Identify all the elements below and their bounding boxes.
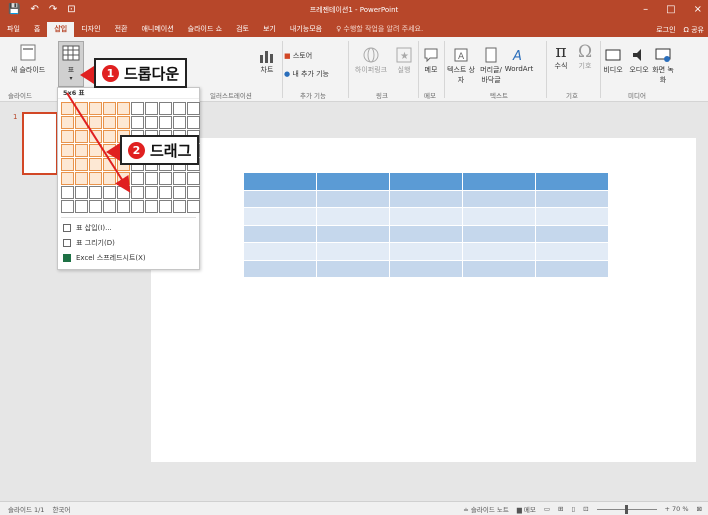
normal-view-icon[interactable]: ▭ [544, 505, 550, 513]
notes-button[interactable]: ≐ 슬라이드 노트 [463, 504, 508, 514]
callout-drag: 2 드래그 [120, 135, 200, 165]
callout-drag-text: 드래그 [150, 141, 192, 160]
fit-window-icon[interactable]: ⊠ [697, 505, 702, 513]
comments-button[interactable]: ▆ 메모 [517, 504, 536, 514]
zoom-slider[interactable] [596, 504, 657, 514]
status-bar: 슬라이드 1/1 한국어 ≐ 슬라이드 노트 ▆ 메모 ▭ ⊞ ▯ ⊡ + 70… [0, 501, 708, 515]
zoom-level[interactable]: + 70 % [665, 505, 689, 513]
callout-one-pointer [80, 66, 94, 84]
zoom-thumb[interactable] [624, 504, 628, 514]
step-number-2: 2 [128, 141, 145, 159]
slideshow-view-icon[interactable]: ⊡ [583, 505, 588, 513]
sorter-view-icon[interactable]: ⊞ [558, 505, 563, 513]
language-indicator[interactable]: 한국어 [52, 504, 70, 514]
step-number-1: 1 [102, 64, 119, 82]
slide-count: 슬라이드 1/1 [8, 505, 45, 514]
callout-two-pointer [106, 143, 120, 161]
powerpoint-window: 💾 ↶ ↷ ⊡ 프레젠테이션1 - PowerPoint – □ × 파일 홈 … [0, 0, 708, 515]
callout-dropdown: 1 드롭다운 [94, 58, 188, 88]
reading-view-icon[interactable]: ▯ [571, 505, 575, 513]
drag-path-arrow [66, 92, 131, 193]
callout-dropdown-text: 드롭다운 [124, 64, 180, 83]
